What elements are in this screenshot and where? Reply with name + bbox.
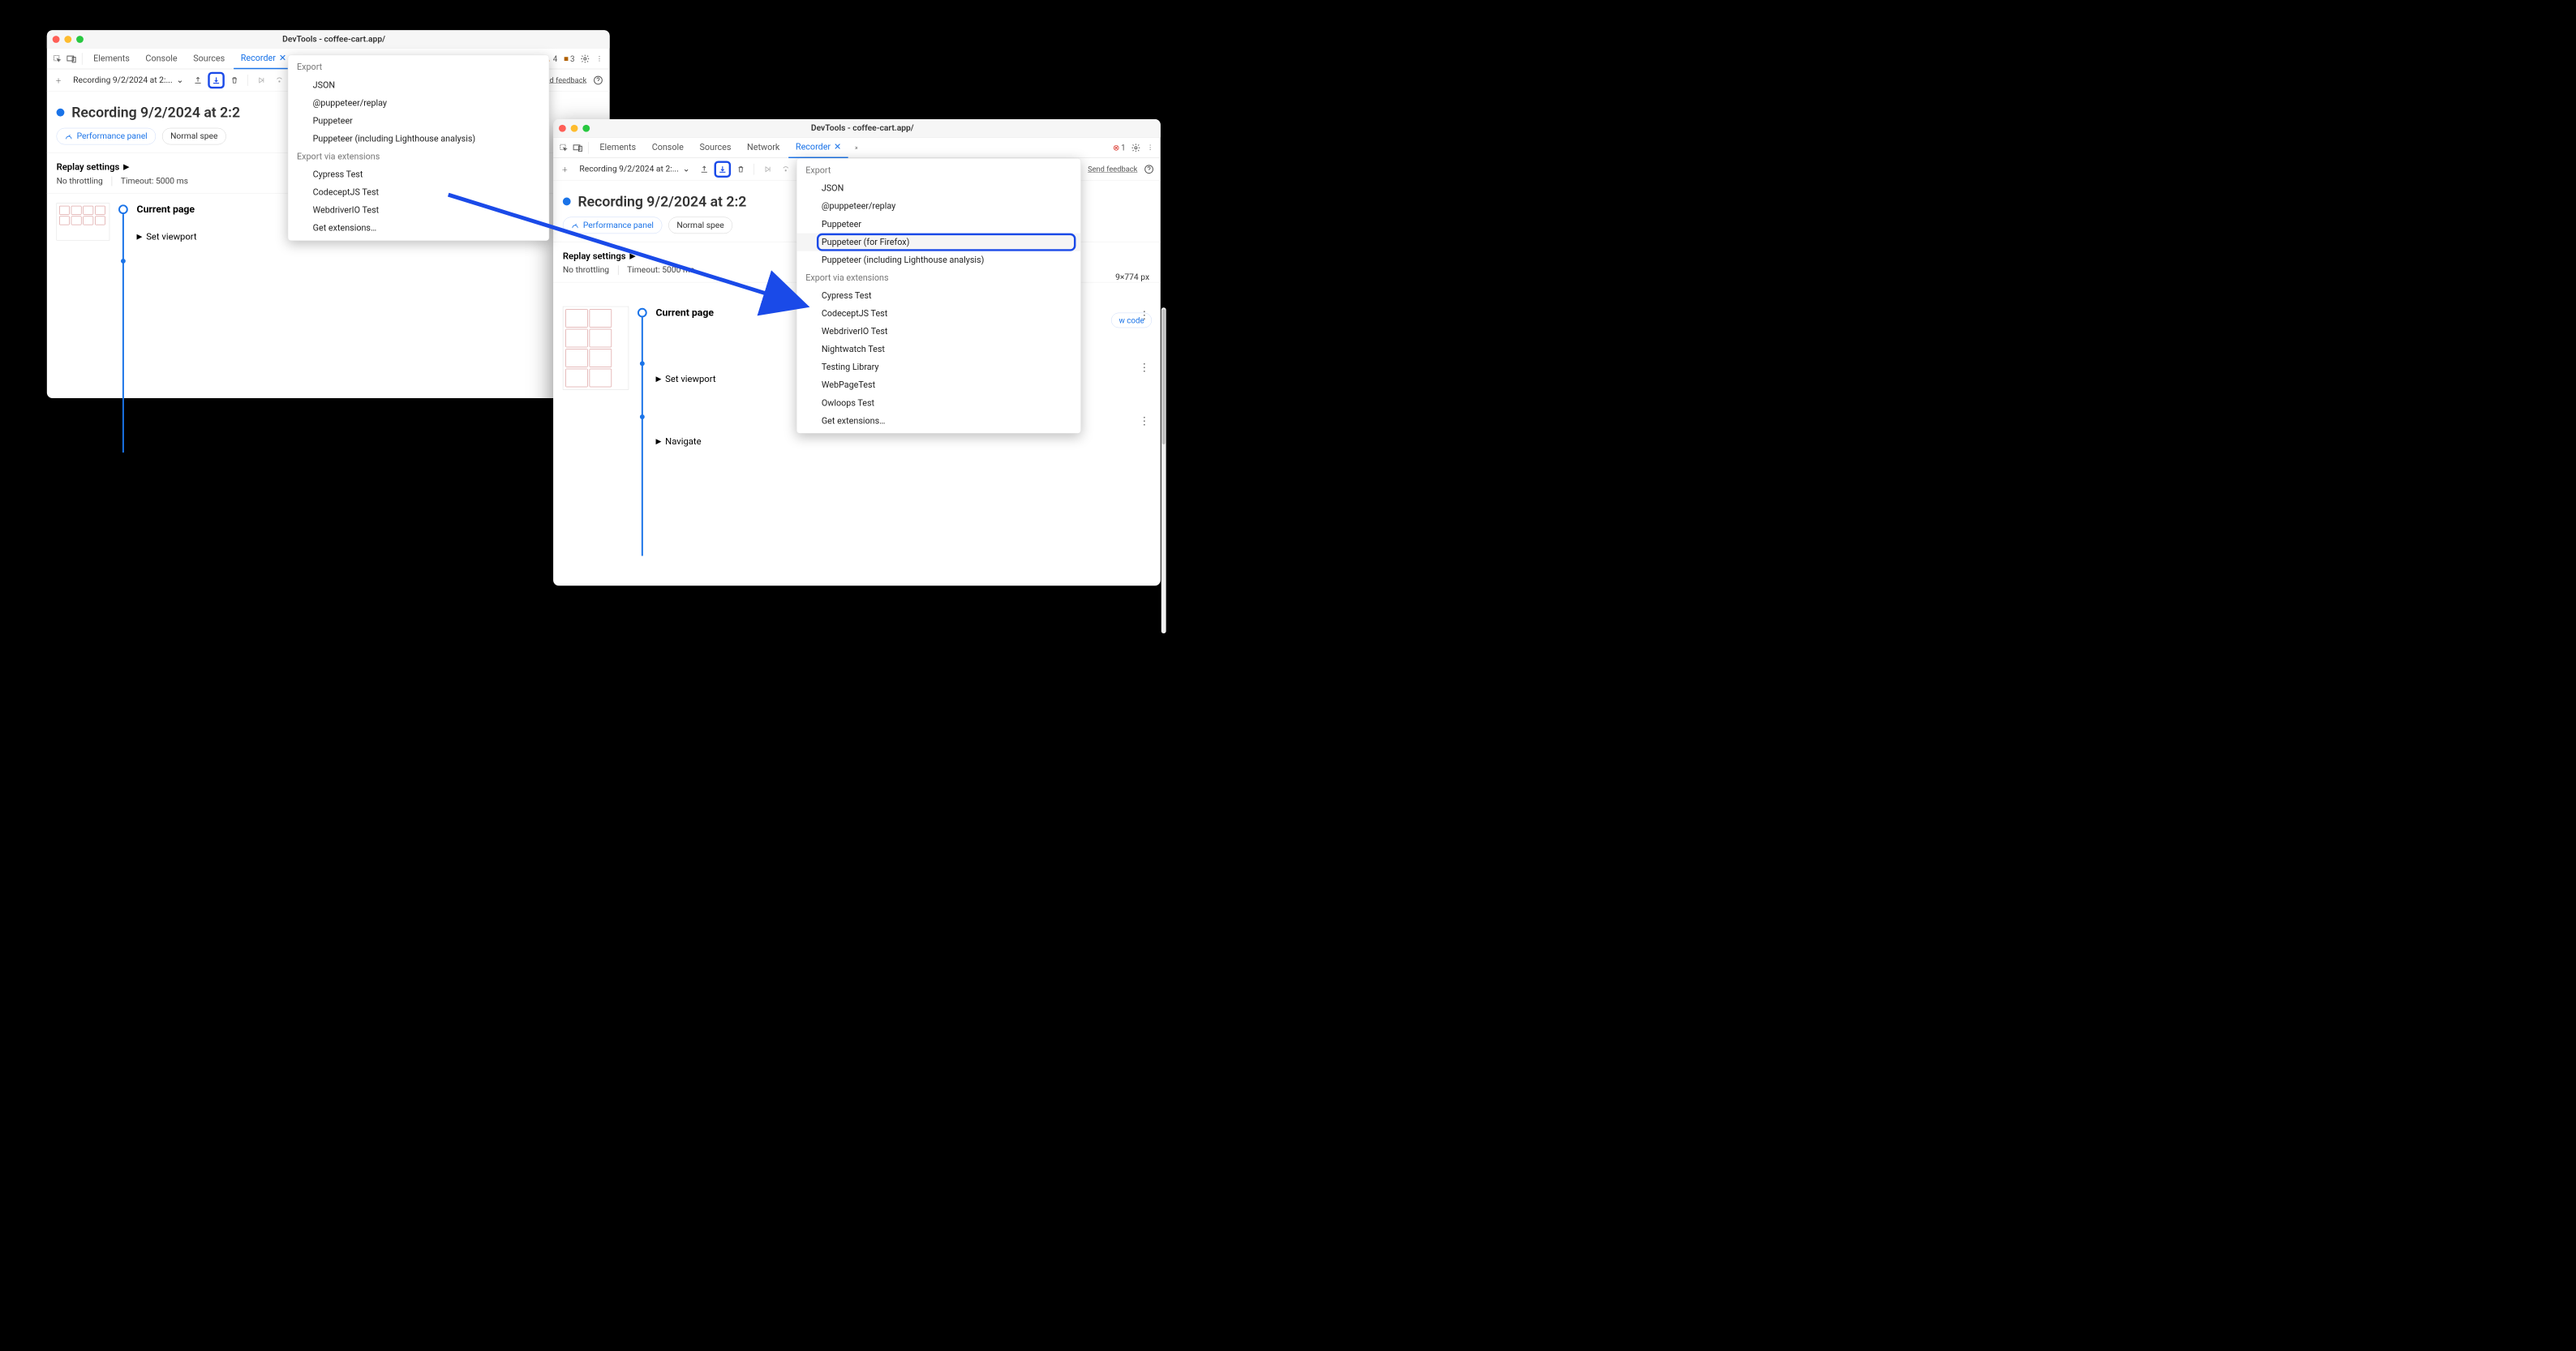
add-icon[interactable]: ＋ [52, 73, 66, 87]
performance-panel-button[interactable]: Performance panel [563, 217, 662, 234]
tab-elements[interactable]: Elements [86, 49, 136, 69]
tabbar: Elements Console Sources Network Recorde… [553, 138, 1161, 158]
export-icon[interactable] [716, 162, 730, 176]
delete-icon[interactable] [734, 162, 748, 176]
export-item[interactable]: Nightwatch Test [796, 341, 1080, 358]
export-item[interactable]: Owloops Test [796, 394, 1080, 412]
export-item-puppeteer-firefox[interactable]: Puppeteer (for Firefox) [796, 234, 1080, 251]
step-icon[interactable] [273, 73, 286, 87]
export-item[interactable]: JSON [796, 179, 1080, 197]
record-indicator-icon [563, 198, 571, 206]
export-item[interactable]: WebdriverIO Test [796, 323, 1080, 341]
export-item[interactable]: Get extensions… [796, 412, 1080, 430]
add-icon[interactable]: ＋ [558, 162, 572, 176]
gear-icon[interactable] [1130, 141, 1143, 154]
record-indicator-icon [57, 109, 65, 117]
speed-select[interactable]: Normal spee [162, 128, 226, 145]
help-icon[interactable] [591, 73, 605, 87]
close-icon[interactable] [53, 36, 60, 43]
export-item[interactable]: Puppeteer [796, 216, 1080, 234]
tab-recorder[interactable]: Recorder✕ [234, 49, 294, 69]
export-item[interactable]: Puppeteer (including Lighthouse analysis… [796, 251, 1080, 269]
export-item[interactable]: Get extensions… [288, 219, 548, 237]
export-icon[interactable] [209, 73, 223, 87]
viewport-dimensions: 9×774 px [1115, 272, 1149, 282]
inspect-icon[interactable] [557, 141, 570, 154]
export-section-header: Export [288, 58, 548, 76]
kebab-icon[interactable]: ⋮ [1144, 141, 1157, 154]
tab-sources[interactable]: Sources [693, 137, 739, 157]
issue-count[interactable]: ■3 [564, 54, 574, 63]
tab-recorder[interactable]: Recorder✕ [788, 137, 848, 157]
play-icon[interactable] [255, 73, 268, 87]
export-item[interactable]: Puppeteer [288, 112, 548, 130]
export-dropdown-after: ExportJSON@puppeteer/replayPuppeteerPupp… [796, 158, 1081, 434]
step-icon[interactable] [779, 162, 793, 176]
step-navigate[interactable]: ▶Navigate [656, 436, 1152, 447]
import-icon[interactable] [191, 73, 205, 87]
tab-console[interactable]: Console [139, 49, 185, 69]
titlebar: DevTools - coffee-cart.app/ [553, 119, 1161, 138]
step-thumbnail [57, 203, 110, 240]
kebab-icon[interactable]: ⋮ [593, 52, 606, 65]
export-item[interactable]: Testing Library [796, 358, 1080, 376]
more-tabs-icon[interactable]: » [850, 141, 863, 154]
close-icon[interactable] [559, 125, 566, 132]
delete-icon[interactable] [228, 73, 242, 87]
export-item[interactable]: Cypress Test [288, 165, 548, 183]
speed-select[interactable]: Normal spee [668, 217, 732, 234]
tab-console[interactable]: Console [645, 137, 691, 157]
close-icon[interactable]: ✕ [279, 53, 286, 62]
device-icon[interactable] [572, 141, 585, 154]
export-item[interactable]: JSON [288, 76, 548, 94]
error-count[interactable]: ⊗1 [1113, 143, 1126, 152]
export-item[interactable]: @puppeteer/replay [288, 94, 548, 112]
export-item[interactable]: Cypress Test [796, 287, 1080, 305]
play-icon[interactable] [761, 162, 775, 176]
step-kebab-icon[interactable]: ⋮ [1139, 310, 1149, 322]
timeline [638, 308, 647, 460]
export-item[interactable]: CodeceptJS Test [288, 183, 548, 201]
device-icon[interactable] [65, 52, 78, 65]
export-extensions-header: Export via extensions [288, 148, 548, 165]
step-kebab-icon[interactable]: ⋮ [1139, 362, 1149, 374]
export-item[interactable]: WebPageTest [796, 376, 1080, 394]
step-kebab-icon[interactable]: ⋮ [1139, 415, 1149, 427]
export-extensions-header: Export via extensions [796, 269, 1080, 287]
window-title: DevTools - coffee-cart.app/ [570, 123, 1155, 133]
step-thumbnail [563, 307, 629, 390]
recording-select[interactable]: Recording 9/2/2024 at 2:...⌄ [577, 162, 693, 175]
export-item[interactable]: WebdriverIO Test [288, 201, 548, 219]
import-icon[interactable] [698, 162, 711, 176]
performance-panel-button[interactable]: Performance panel [57, 128, 156, 145]
timeline [118, 204, 128, 255]
tab-elements[interactable]: Elements [593, 137, 643, 157]
tab-sources[interactable]: Sources [186, 49, 232, 69]
scrollbar[interactable] [1161, 307, 1166, 633]
send-feedback-link[interactable]: Send feedback [1088, 165, 1137, 174]
help-icon[interactable] [1142, 162, 1156, 176]
inspect-icon[interactable] [51, 52, 64, 65]
export-section-header: Export [796, 161, 1080, 179]
export-item[interactable]: CodeceptJS Test [796, 305, 1080, 323]
close-icon[interactable]: ✕ [834, 142, 841, 152]
gear-icon[interactable] [578, 52, 591, 65]
export-item[interactable]: @puppeteer/replay [796, 198, 1080, 216]
export-item[interactable]: Puppeteer (including Lighthouse analysis… [288, 130, 548, 148]
export-dropdown-before: ExportJSON@puppeteer/replayPuppeteerPupp… [288, 55, 549, 241]
tab-network[interactable]: Network [740, 137, 787, 157]
titlebar: DevTools - coffee-cart.app/ [47, 30, 610, 49]
window-title: DevTools - coffee-cart.app/ [63, 34, 603, 44]
recording-select[interactable]: Recording 9/2/2024 at 2:...⌄ [70, 74, 187, 87]
